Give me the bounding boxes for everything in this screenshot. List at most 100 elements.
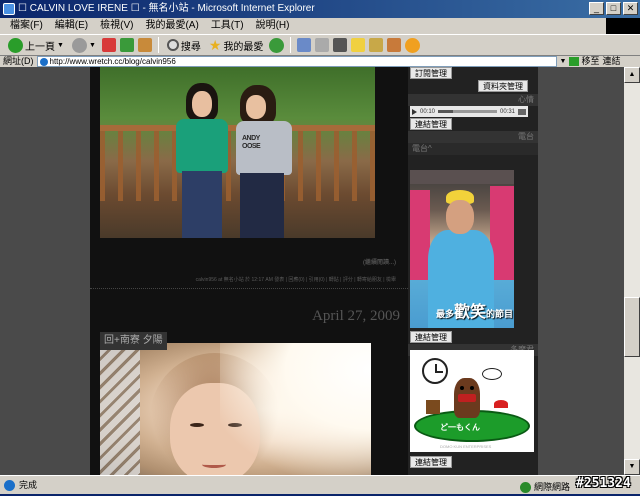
section-tv: 電台 — [408, 131, 538, 143]
section-tv-sub: 電台^ — [408, 143, 538, 155]
menu-tools[interactable]: 工具(T) — [205, 18, 250, 34]
minimize-button[interactable]: _ — [589, 2, 604, 15]
stop-icon[interactable] — [101, 38, 116, 52]
refresh-icon[interactable] — [119, 38, 134, 52]
history-icon[interactable] — [269, 37, 285, 53]
scroll-down-button[interactable]: ▼ — [624, 459, 640, 475]
address-dropdown-icon[interactable]: ▼ — [560, 56, 567, 67]
edit-icon[interactable] — [333, 38, 348, 52]
favorites-label: 我的最愛 — [223, 41, 264, 53]
toolbar-separator — [290, 37, 292, 53]
star-icon: ★ — [208, 36, 222, 53]
shirt-print: ANDY OOSE — [242, 135, 261, 150]
domo-label: ど一もくん — [440, 423, 480, 432]
mail-icon[interactable] — [297, 38, 312, 52]
forward-dropdown-icon[interactable]: ▼ — [89, 42, 96, 49]
player-progress — [438, 110, 453, 113]
address-url: http://www.wretch.cc/blog/calvin956 — [49, 57, 176, 66]
domo-icon — [454, 378, 480, 418]
page-viewport: ANDY OOSE (繼續閱讀...) calvin956 at 無名小站 於 … — [0, 67, 624, 475]
player-track[interactable] — [438, 110, 497, 113]
go-label: 移至 — [581, 56, 600, 66]
post-photo-couple: ANDY OOSE — [100, 67, 375, 238]
post-footer[interactable]: calvin956 at 無名小站 於 12:17 AM 發表 | 回應(0) … — [100, 276, 396, 283]
window-title: ☐ CALVIN LOVE IRENE ☐ - 無名小站 - Microsoft… — [18, 3, 315, 14]
subscribe-manage-button[interactable]: 訂閱管理 — [410, 67, 452, 79]
blog-main-column: ANDY OOSE (繼續閱讀...) calvin956 at 無名小站 於 … — [90, 67, 408, 475]
image-id-watermark: #251324 — [576, 476, 631, 491]
folder-manage-button[interactable]: 資料夾管理 — [478, 80, 528, 92]
player-total: 00:31 — [499, 108, 515, 115]
menu-file[interactable]: 檔案(F) — [4, 18, 49, 34]
search-icon — [166, 39, 179, 51]
menu-help[interactable]: 說明(H) — [250, 18, 296, 34]
scroll-thumb[interactable] — [624, 297, 640, 357]
search-button[interactable]: 搜尋 — [165, 36, 203, 54]
home-icon[interactable] — [137, 38, 152, 52]
windows-logo — [606, 18, 640, 34]
menu-favorites[interactable]: 我的最愛(A) — [139, 18, 204, 34]
maximize-button[interactable]: □ — [606, 2, 621, 15]
domo-widget[interactable]: ど一もくん DOMO KUN ENTERPRISES — [410, 350, 534, 452]
globe-icon — [520, 481, 531, 493]
photo-caption: 最多歡笑的節目 — [436, 304, 514, 321]
go-button[interactable]: 移至 — [569, 56, 599, 67]
scroll-up-button[interactable]: ▲ — [624, 67, 640, 83]
post-photo-girl — [100, 343, 371, 475]
address-input[interactable]: http://www.wretch.cc/blog/calvin956 — [36, 56, 557, 67]
links-label[interactable]: 連結 — [602, 56, 620, 67]
toolbar-separator — [157, 37, 159, 53]
done-icon — [4, 479, 15, 491]
menu-edit[interactable]: 編輯(E) — [49, 18, 94, 34]
back-button[interactable]: 上一頁 ▼ — [6, 36, 66, 54]
music-player[interactable]: 00:10 00:31 — [410, 106, 528, 117]
blog-sidebar: 訂閱管理 資料夾管理 心情 00:10 00:31 連結管理 電台 電台^ 最多… — [408, 67, 538, 475]
clock-icon — [422, 358, 448, 384]
vertical-scrollbar[interactable]: ▲ ▼ — [624, 67, 640, 475]
back-dropdown-icon[interactable]: ▼ — [57, 42, 64, 49]
domo-credit: DOMO KUN ENTERPRISES — [440, 444, 492, 449]
status-bar: 完成 網際網路 — [0, 475, 640, 494]
address-bar: 網址(D) http://www.wretch.cc/blog/calvin95… — [0, 56, 640, 67]
link-manage-button-1[interactable]: 連結管理 — [410, 118, 452, 130]
link-manage-button-3[interactable]: 連結管理 — [410, 456, 452, 468]
window-controls: _ □ ✕ — [589, 2, 638, 15]
title-bar: ☐ CALVIN LOVE IRENE ☐ - 無名小站 - Microsoft… — [0, 0, 640, 18]
back-arrow-icon — [8, 37, 23, 53]
print-icon[interactable] — [315, 38, 330, 52]
browser-window: ☐ CALVIN LOVE IRENE ☐ - 無名小站 - Microsoft… — [0, 0, 640, 494]
menu-bar: 檔案(F) 編輯(E) 檢視(V) 我的最愛(A) 工具(T) 說明(H) — [0, 18, 640, 34]
zone-label: 網際網路 — [534, 482, 571, 492]
section-mood: 心情 — [408, 94, 538, 106]
favorites-button[interactable]: ★ 我的最愛 — [207, 36, 266, 54]
plugin-icon[interactable] — [405, 37, 421, 53]
menu-view[interactable]: 檢視(V) — [94, 18, 139, 34]
play-icon[interactable] — [412, 108, 417, 115]
forward-arrow-icon — [71, 37, 87, 53]
address-label: 網址(D) — [3, 56, 34, 66]
volume-icon[interactable] — [518, 108, 526, 115]
post-divider — [90, 288, 408, 289]
post-date: April 27, 2009 — [312, 308, 400, 324]
link-manage-button-2[interactable]: 連結管理 — [410, 331, 452, 343]
forward-button[interactable]: ▼ — [70, 36, 98, 54]
person-left — [172, 83, 232, 238]
back-label: 上一頁 — [25, 41, 55, 53]
sidebar-photo-tv[interactable]: 最多歡笑的節目 — [410, 170, 514, 328]
tools-icon[interactable] — [369, 38, 384, 52]
player-time: 00:10 — [420, 108, 436, 115]
ie-icon — [3, 3, 15, 15]
folder-icon[interactable] — [351, 38, 366, 52]
mushroom-icon — [494, 400, 508, 408]
search-label: 搜尋 — [180, 41, 201, 53]
page-icon — [39, 58, 48, 66]
read-more-link[interactable]: (繼續閱讀...) — [100, 257, 396, 266]
cloud-icon — [482, 368, 502, 380]
security-zone: 網際網路 — [520, 478, 570, 496]
standard-toolbar: 上一頁 ▼ ▼ 搜尋 ★ 我的最愛 — [0, 34, 640, 56]
status-text: 完成 — [19, 480, 38, 490]
go-arrow-icon — [569, 57, 580, 66]
post-title[interactable]: 回+南寮 夕陽 — [100, 332, 167, 350]
close-button[interactable]: ✕ — [623, 2, 638, 15]
messenger-icon[interactable] — [387, 38, 402, 52]
